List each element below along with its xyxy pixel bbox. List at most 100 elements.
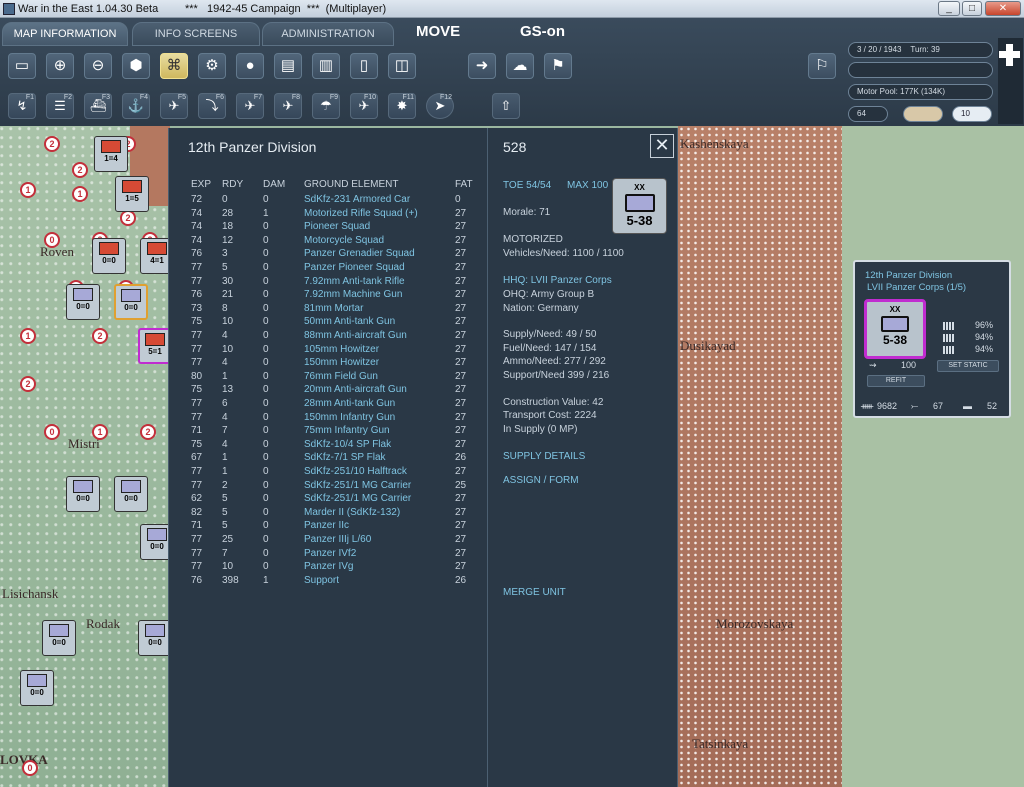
- target-icon[interactable]: ➤ F12: [426, 93, 454, 119]
- table-row[interactable]: 77 10 0 Panzer IVg 27: [169, 560, 487, 574]
- soviet-marker[interactable]: 2: [120, 210, 136, 226]
- soviet-marker[interactable]: 2: [44, 136, 60, 152]
- cell-name[interactable]: Panzer IVf2: [304, 547, 356, 561]
- table-row[interactable]: 71 7 0 75mm Infantry Gun 27: [169, 424, 487, 438]
- cell-name[interactable]: 75mm Infantry Gun: [304, 424, 390, 438]
- cell-name[interactable]: Panzer Grenadier Squad: [304, 247, 415, 261]
- tab-info-screens[interactable]: INFO SCREENS: [132, 22, 260, 46]
- table-row[interactable]: 77 5 0 Panzer Pioneer Squad 27: [169, 261, 487, 275]
- table-row[interactable]: 77 10 0 105mm Howitzer 27: [169, 343, 487, 357]
- cell-name[interactable]: Support: [304, 574, 339, 588]
- unit-counter[interactable]: 0=0: [66, 284, 100, 320]
- table-row[interactable]: 67 1 0 SdKfz-7/1 SP Flak 26: [169, 451, 487, 465]
- airfield-attack-icon[interactable]: ✈ F8: [274, 93, 302, 119]
- table-row[interactable]: 76 398 1 Support 26: [169, 574, 487, 588]
- factory-icon[interactable]: ▥: [312, 53, 340, 79]
- table-row[interactable]: 62 5 0 SdKfz-251/1 MG Carrier 27: [169, 492, 487, 506]
- soviet-marker[interactable]: 2: [72, 162, 88, 178]
- merge-unit-link[interactable]: MERGE UNIT: [503, 587, 566, 598]
- table-row[interactable]: 77 1 0 SdKfz-251/10 Halftrack 27: [169, 465, 487, 479]
- soviet-marker[interactable]: 1: [20, 328, 36, 344]
- table-row[interactable]: 74 28 1 Motorized Rifle Squad (+) 27: [169, 207, 487, 221]
- surrender-flag-icon[interactable]: ⚐: [808, 53, 836, 79]
- cell-name[interactable]: SdKfz-251/1 MG Carrier: [304, 479, 411, 493]
- cell-name[interactable]: Panzer Pioneer Squad: [304, 261, 405, 275]
- table-row[interactable]: 77 2 0 SdKfz-251/1 MG Carrier 25: [169, 479, 487, 493]
- upload-icon[interactable]: ⇧: [492, 93, 520, 119]
- cell-name[interactable]: 150mm Howitzer: [304, 356, 379, 370]
- table-row[interactable]: 77 4 0 150mm Howitzer 27: [169, 356, 487, 370]
- air-recon-icon[interactable]: ✈ F5: [160, 93, 188, 119]
- unit-frame-icon[interactable]: ⌘: [160, 53, 188, 79]
- aircraft-icon[interactable]: [903, 106, 943, 122]
- cell-name[interactable]: 20mm Anti-aircraft Gun: [304, 383, 407, 397]
- table-row[interactable]: 77 7 0 Panzer IVf2 27: [169, 547, 487, 561]
- unit-counter[interactable]: 1=5: [115, 176, 149, 212]
- soviet-marker[interactable]: 1: [72, 186, 88, 202]
- gs-mode-label[interactable]: GS-on: [520, 23, 565, 40]
- cell-name[interactable]: 50mm Anti-tank Gun: [304, 315, 395, 329]
- soviet-marker[interactable]: 1: [20, 182, 36, 198]
- table-row[interactable]: 77 25 0 Panzer IIIj L/60 27: [169, 533, 487, 547]
- table-row[interactable]: 77 30 0 7.92mm Anti-tank Rifle 27: [169, 275, 487, 289]
- unit-counter[interactable]: 0=0: [114, 284, 148, 320]
- hq-icon[interactable]: ▤: [274, 53, 302, 79]
- table-row[interactable]: 77 6 0 28mm Anti-tank Gun 27: [169, 397, 487, 411]
- cell-name[interactable]: SdKfz-251/10 Halftrack: [304, 465, 407, 479]
- cell-name[interactable]: Marder II (SdKfz-132): [304, 506, 400, 520]
- table-row[interactable]: 82 5 0 Marder II (SdKfz-132) 27: [169, 506, 487, 520]
- table-row[interactable]: 80 1 0 76mm Field Gun 27: [169, 370, 487, 384]
- table-row[interactable]: 75 10 0 50mm Anti-tank Gun 27: [169, 315, 487, 329]
- side-unit-counter[interactable]: XX 5-38: [864, 299, 926, 359]
- unit-counter[interactable]: 1=4: [94, 136, 128, 172]
- cell-name[interactable]: Panzer IVg: [304, 560, 353, 574]
- air-transport-icon[interactable]: ✈ F7: [236, 93, 264, 119]
- tab-administration[interactable]: ADMINISTRATION: [262, 22, 394, 46]
- cell-name[interactable]: Motorcycle Squad: [304, 234, 384, 248]
- soviet-marker[interactable]: 2: [92, 328, 108, 344]
- box-icon[interactable]: ▯: [350, 53, 378, 79]
- tab-map-information[interactable]: MAP INFORMATION: [2, 22, 128, 46]
- cell-name[interactable]: 88mm Anti-aircraft Gun: [304, 329, 407, 343]
- unit-counter[interactable]: 5=1: [138, 328, 172, 364]
- unit-select-icon[interactable]: ●: [236, 53, 264, 79]
- soviet-marker[interactable]: 2: [140, 424, 156, 440]
- soviet-marker[interactable]: 0: [44, 232, 60, 248]
- table-row[interactable]: 75 13 0 20mm Anti-aircraft Gun 27: [169, 383, 487, 397]
- cell-name[interactable]: SdKfz-231 Armored Car: [304, 193, 410, 207]
- cell-name[interactable]: Panzer IIIj L/60: [304, 533, 371, 547]
- unit-counter[interactable]: 0=0: [114, 476, 148, 512]
- table-row[interactable]: 76 3 0 Panzer Grenadier Squad 27: [169, 247, 487, 261]
- cell-name[interactable]: 7.92mm Anti-tank Rifle: [304, 275, 405, 289]
- unit-counter[interactable]: 0=0: [92, 238, 126, 274]
- assign-form-link[interactable]: ASSIGN / FORM: [503, 475, 579, 486]
- zoom-in-icon[interactable]: ⊕: [46, 53, 74, 79]
- move-mode-label[interactable]: MOVE: [416, 23, 460, 40]
- minimize-button[interactable]: _: [938, 1, 960, 16]
- soviet-marker[interactable]: 0: [22, 760, 38, 776]
- hhq-link[interactable]: HHQ: LVII Panzer Corps: [503, 275, 612, 286]
- cell-name[interactable]: SdKfz-7/1 SP Flak: [304, 451, 386, 465]
- unit-counter[interactable]: 0=0: [20, 670, 54, 706]
- soviet-marker[interactable]: 1: [92, 424, 108, 440]
- cell-name[interactable]: 28mm Anti-tank Gun: [304, 397, 395, 411]
- explosion-icon[interactable]: ✸ F11: [388, 93, 416, 119]
- cell-name[interactable]: 105mm Howitzer: [304, 343, 379, 357]
- selected-unit-box[interactable]: 12th Panzer Division LVII Panzer Corps (…: [853, 260, 1011, 418]
- zoom-out-icon[interactable]: ⊖: [84, 53, 112, 79]
- table-row[interactable]: 75 4 0 SdKfz-10/4 SP Flak 27: [169, 438, 487, 452]
- hex-grid-icon[interactable]: ⬢: [122, 53, 150, 79]
- close-panel-button[interactable]: ✕: [650, 134, 674, 158]
- max-label[interactable]: MAX 100: [567, 180, 608, 191]
- flag-icon[interactable]: ⚑: [544, 53, 572, 79]
- toe-label[interactable]: TOE 54/54: [503, 180, 551, 191]
- table-row[interactable]: 77 4 0 88mm Anti-aircraft Gun 27: [169, 329, 487, 343]
- naval-icon[interactable]: ⚓ F4: [122, 93, 150, 119]
- cell-name[interactable]: 7.92mm Machine Gun: [304, 288, 402, 302]
- unit-counter[interactable]: 0=0: [138, 620, 172, 656]
- table-row[interactable]: 71 5 0 Panzer IIc 27: [169, 519, 487, 533]
- ground-attack-icon[interactable]: ⤵ F6: [198, 93, 226, 119]
- table-row[interactable]: 74 12 0 Motorcycle Squad 27: [169, 234, 487, 248]
- cell-name[interactable]: 150mm Infantry Gun: [304, 411, 395, 425]
- table-row[interactable]: 76 21 0 7.92mm Machine Gun 27: [169, 288, 487, 302]
